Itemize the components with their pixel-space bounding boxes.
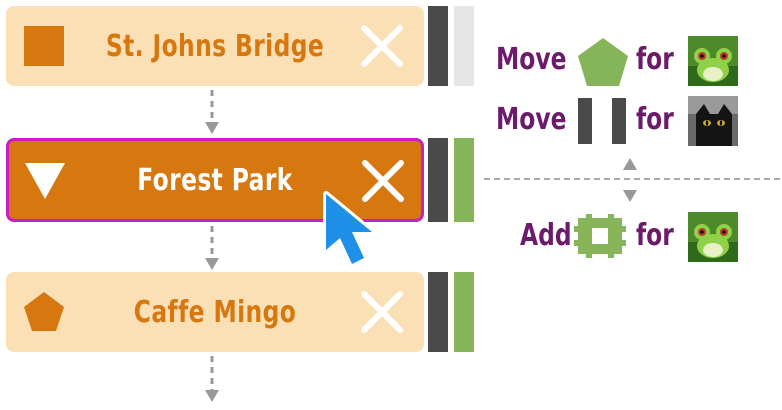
triangle-down-icon [25,163,65,199]
cat-avatar [688,96,738,146]
legend-move-label: Move [496,42,567,77]
frog-avatar [688,212,738,262]
route-connector-arrow [205,90,219,134]
arrow-up-icon [623,158,637,170]
stop-label: Caffe Mingo [133,294,297,330]
mouse-pointer-icon [323,191,375,267]
pentagon-icon [578,38,628,86]
stop-bar-dark [428,6,448,86]
frog-avatar [688,36,738,86]
legend-for-label: for [636,102,674,137]
close-icon[interactable] [358,288,406,336]
stop-bar-dark [428,272,448,352]
route-connector-arrow [205,226,219,270]
square-icon [24,26,64,66]
route-connector-arrow [205,356,219,402]
legend-for-label: for [636,42,674,77]
stop-bar-empty [454,6,474,86]
stop-card-st-johns-bridge[interactable]: St. Johns Bridge [6,6,424,86]
pentagon-icon [24,292,64,331]
stop-label: St. Johns Bridge [105,28,325,64]
two-bars-icon-left [578,98,592,144]
stop-bar-green [454,138,474,222]
arrow-down-icon [623,190,637,202]
stop-bar-dark [428,138,448,222]
stop-card-caffe-mingo[interactable]: Caffe Mingo [6,272,424,352]
legend-add-label: Add [520,218,572,253]
close-icon[interactable] [358,22,406,70]
legend-for-label: for [636,218,674,253]
green-plus-block-icon [574,214,626,258]
two-bars-icon-right [612,98,626,144]
legend-divider [484,178,780,180]
legend-move-label: Move [496,102,567,137]
stop-bar-green [454,272,474,352]
stop-label: Forest Park [137,162,293,198]
